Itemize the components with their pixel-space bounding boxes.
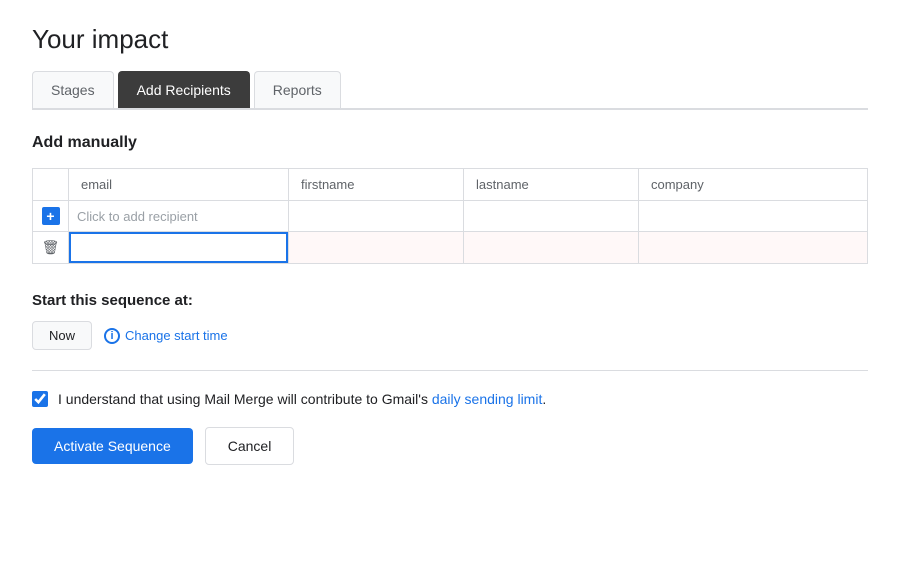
tab-stages[interactable]: Stages	[32, 71, 114, 108]
add-recipient-icon: +	[42, 207, 60, 225]
consent-text-after: .	[542, 391, 546, 407]
tabs-bar: Stages Add Recipients Reports	[32, 71, 868, 110]
page-title: Your impact	[32, 24, 868, 55]
consent-row: I understand that using Mail Merge will …	[32, 391, 868, 407]
col-email: email	[69, 169, 289, 201]
sequence-controls: Now i Change start time	[32, 321, 868, 350]
activate-sequence-button[interactable]: Activate Sequence	[32, 428, 193, 464]
delete-row-icon[interactable]: 🗑	[42, 239, 60, 256]
change-start-time-link[interactable]: i Change start time	[104, 328, 228, 344]
sequence-label: Start this sequence at:	[32, 292, 868, 309]
col-firstname: firstname	[289, 169, 464, 201]
table-header-row: email firstname lastname company	[33, 169, 868, 201]
divider	[32, 370, 868, 371]
now-button[interactable]: Now	[32, 321, 92, 350]
action-buttons: Activate Sequence Cancel	[32, 427, 868, 465]
consent-link[interactable]: daily sending limit	[432, 391, 543, 407]
add-row-email-cell[interactable]: Click to add recipient	[69, 201, 289, 232]
delete-icon-cell[interactable]: 🗑	[33, 232, 69, 264]
tab-reports[interactable]: Reports	[254, 71, 341, 108]
consent-checkbox[interactable]	[32, 391, 48, 407]
col-company: company	[639, 169, 868, 201]
table-row-add[interactable]: + Click to add recipient	[33, 201, 868, 232]
col-icon	[33, 169, 69, 201]
editing-lastname-cell	[464, 232, 639, 264]
add-row-firstname-cell	[289, 201, 464, 232]
add-recipient-placeholder: Click to add recipient	[77, 209, 198, 224]
recipients-table: email firstname lastname company + Click…	[32, 168, 868, 264]
editing-company-cell	[639, 232, 868, 264]
email-input[interactable]	[69, 232, 288, 263]
consent-text: I understand that using Mail Merge will …	[58, 391, 546, 407]
add-row-icon-cell: +	[33, 201, 69, 232]
add-manually-title: Add manually	[32, 134, 868, 152]
change-time-label: Change start time	[125, 328, 228, 343]
consent-text-before: I understand that using Mail Merge will …	[58, 391, 432, 407]
sequence-section: Start this sequence at: Now i Change sta…	[32, 292, 868, 350]
info-circle-icon: i	[104, 328, 120, 344]
add-row-company-cell	[639, 201, 868, 232]
add-row-lastname-cell	[464, 201, 639, 232]
col-lastname: lastname	[464, 169, 639, 201]
editing-firstname-cell	[289, 232, 464, 264]
table-row-editing: 🗑	[33, 232, 868, 264]
tab-add-recipients[interactable]: Add Recipients	[118, 71, 250, 108]
editing-email-cell[interactable]	[69, 232, 289, 264]
cancel-button[interactable]: Cancel	[205, 427, 295, 465]
